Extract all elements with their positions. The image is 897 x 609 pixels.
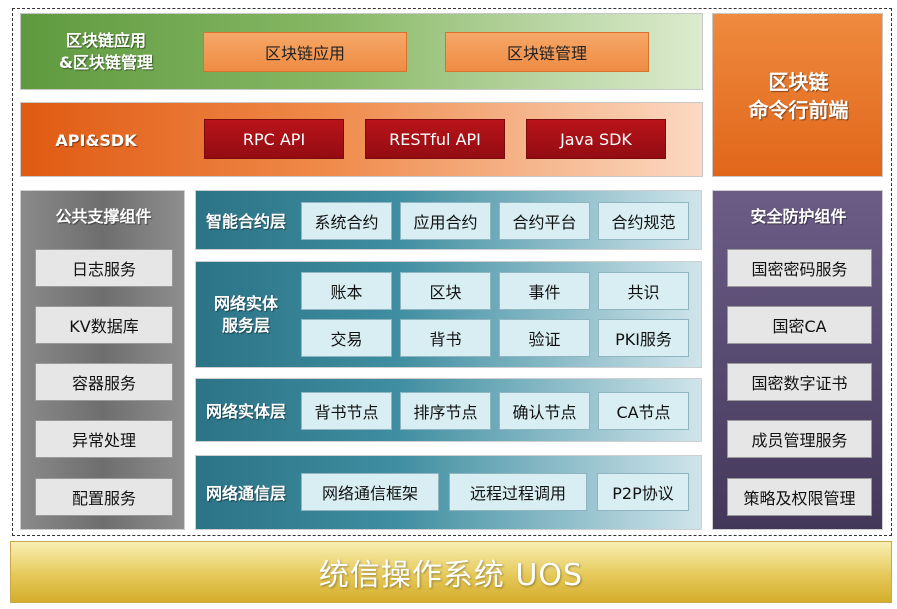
entity-service-item-event[interactable]: 事件	[499, 272, 590, 310]
api-layer-band: API&SDK RPC API RESTful API Java SDK	[20, 102, 703, 177]
public-support-panel: 公共支撑组件 日志服务 KV数据库 容器服务 异常处理 配置服务	[20, 190, 185, 530]
smart-contract-band: 智能合约层 系统合约 应用合约 合约平台 合约规范	[195, 190, 702, 250]
app-layer-item-blockchain-app[interactable]: 区块链应用	[203, 32, 407, 72]
contract-item-system[interactable]: 系统合约	[301, 202, 392, 240]
entity-service-item-consensus[interactable]: 共识	[598, 272, 689, 310]
public-support-item-exception[interactable]: 异常处理	[35, 420, 173, 458]
comm-layer-title: 网络通信层	[205, 484, 286, 503]
entity-service-item-verify[interactable]: 验证	[499, 319, 590, 357]
entity-service-item-transaction[interactable]: 交易	[301, 319, 392, 357]
entity-service-band: 网络实体 服务层 账本 区块 事件 共识 交易 背书 验证 PKI服务	[195, 261, 702, 368]
api-layer-title: API&SDK	[55, 130, 137, 150]
cmd-frontend-title: 区块链 命令行前端	[748, 70, 849, 122]
entity-item-committer[interactable]: 确认节点	[499, 392, 590, 430]
contract-item-platform[interactable]: 合约平台	[499, 202, 590, 240]
entity-service-item-ledger[interactable]: 账本	[301, 272, 392, 310]
entity-item-orderer[interactable]: 排序节点	[400, 392, 491, 430]
api-item-java-sdk[interactable]: Java SDK	[526, 119, 666, 159]
security-panel: 安全防护组件 国密密码服务 国密CA 国密数字证书 成员管理服务 策略及权限管理	[712, 190, 883, 530]
comm-item-framework[interactable]: 网络通信框架	[301, 473, 439, 511]
security-item-ca[interactable]: 国密CA	[727, 306, 872, 344]
public-support-item-config[interactable]: 配置服务	[35, 478, 173, 516]
entity-item-endorser[interactable]: 背书节点	[301, 392, 392, 430]
security-item-membership[interactable]: 成员管理服务	[727, 420, 872, 458]
comm-layer-band: 网络通信层 网络通信框架 远程过程调用 P2P协议	[195, 455, 702, 530]
app-layer-item-blockchain-mgmt[interactable]: 区块链管理	[445, 32, 649, 72]
api-item-rpc[interactable]: RPC API	[204, 119, 344, 159]
comm-item-rpc[interactable]: 远程过程调用	[449, 473, 587, 511]
smart-contract-title: 智能合约层	[205, 212, 286, 231]
security-item-crypto[interactable]: 国密密码服务	[727, 249, 872, 287]
app-layer-band: 区块链应用 &区块链管理 区块链应用 区块链管理	[20, 13, 703, 90]
security-item-policy[interactable]: 策略及权限管理	[727, 478, 872, 516]
public-support-item-kv[interactable]: KV数据库	[35, 306, 173, 344]
app-layer-title: 区块链应用 &区块链管理	[59, 30, 153, 72]
public-support-item-container[interactable]: 容器服务	[35, 363, 173, 401]
contract-item-application[interactable]: 应用合约	[400, 202, 491, 240]
entity-item-ca[interactable]: CA节点	[598, 392, 689, 430]
security-item-cert[interactable]: 国密数字证书	[727, 363, 872, 401]
entity-layer-title: 网络实体层	[205, 402, 286, 421]
entity-service-item-endorse[interactable]: 背书	[400, 319, 491, 357]
os-layer: 统信操作系统 UOS	[10, 541, 892, 603]
entity-service-item-pki[interactable]: PKI服务	[598, 319, 689, 357]
entity-service-title: 网络实体 服务层	[213, 294, 278, 335]
cmd-frontend-panel[interactable]: 区块链 命令行前端	[712, 13, 883, 177]
public-support-item-log[interactable]: 日志服务	[35, 249, 173, 287]
api-item-restful[interactable]: RESTful API	[365, 119, 505, 159]
public-support-title: 公共支撑组件	[55, 207, 152, 226]
comm-item-p2p[interactable]: P2P协议	[597, 473, 689, 511]
security-title: 安全防护组件	[750, 207, 847, 226]
entity-service-item-block[interactable]: 区块	[400, 272, 491, 310]
contract-item-spec[interactable]: 合约规范	[598, 202, 689, 240]
entity-layer-band: 网络实体层 背书节点 排序节点 确认节点 CA节点	[195, 378, 702, 442]
